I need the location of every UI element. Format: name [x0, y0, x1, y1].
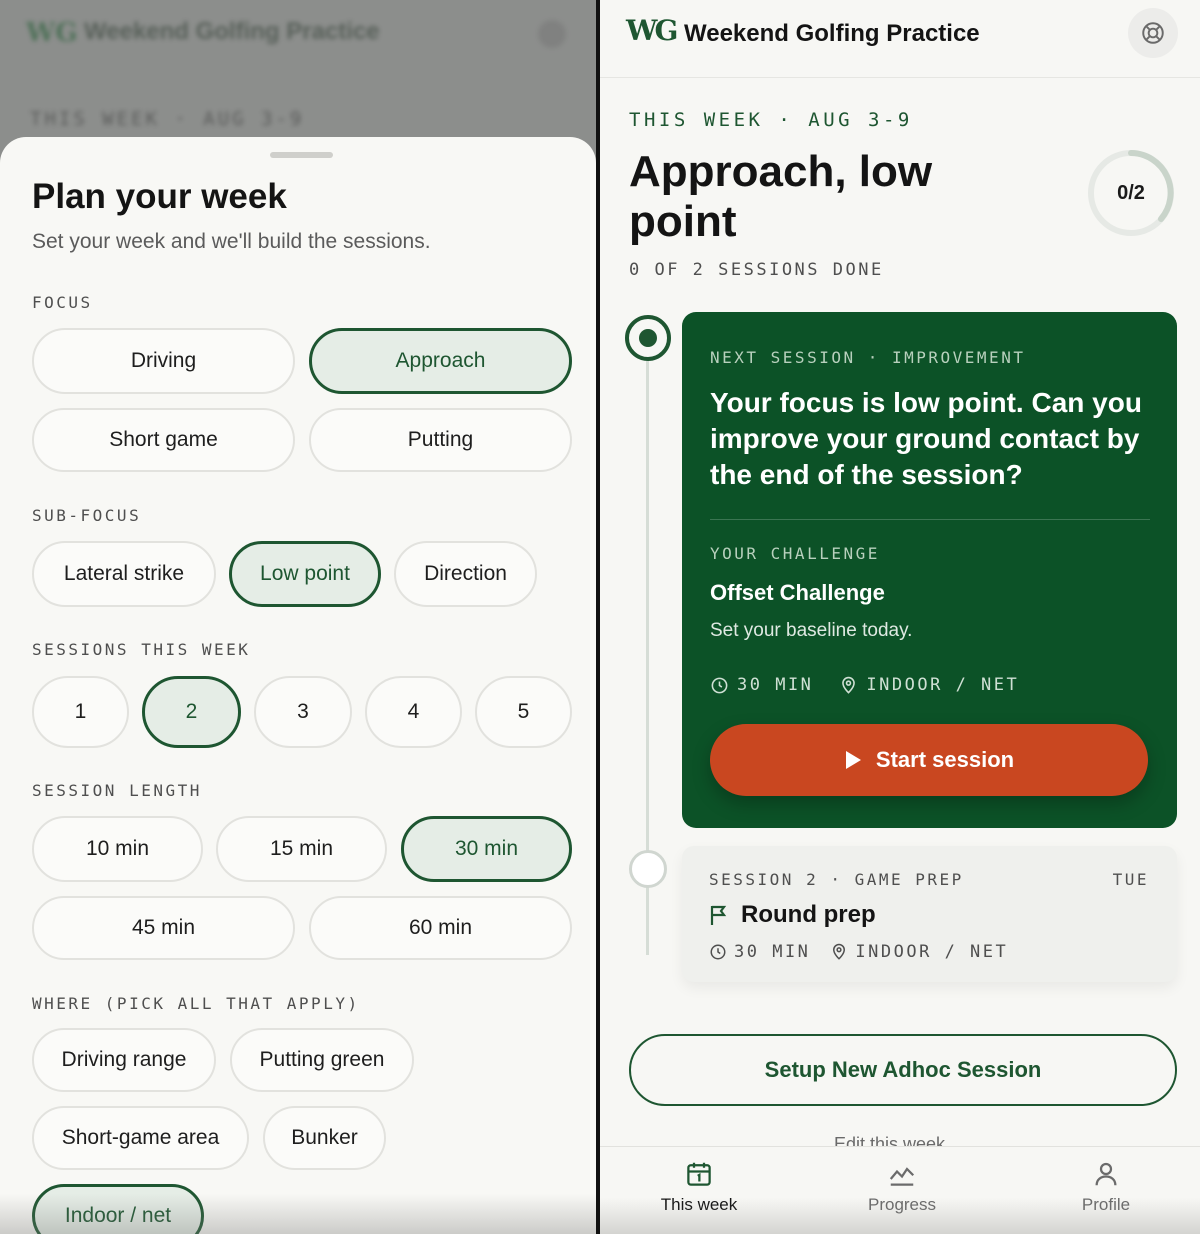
where-label: WHERE (PICK ALL THAT APPLY)	[32, 994, 360, 1013]
challenge-name: Offset Challenge	[710, 580, 885, 605]
length-option-30-min[interactable]: 30 min	[401, 816, 572, 882]
sessions-option-4[interactable]: 4	[365, 676, 462, 748]
this-week-pane: WG Weekend Golfing Practice THIS WEEK · …	[600, 0, 1200, 1234]
start-session-button[interactable]: Start session	[710, 724, 1148, 796]
focus-option-putting[interactable]: Putting	[309, 408, 572, 472]
tab-profile-label: Profile	[1081, 1195, 1131, 1214]
location-pin-icon	[833, 943, 846, 960]
sessions-option-5[interactable]: 5	[475, 676, 572, 748]
clock-icon	[710, 944, 726, 960]
week-title: Approach, low point	[629, 147, 933, 246]
session-2-day: TUE	[1112, 870, 1149, 889]
where-option-driving-range[interactable]: Driving range	[32, 1028, 216, 1092]
length-option-10-min[interactable]: 10 min	[32, 816, 203, 882]
setup-adhoc-session-button[interactable]: Setup New Adhoc Session	[629, 1034, 1177, 1106]
background-week-label: THIS WEEK · AUG 3-9	[30, 108, 305, 130]
bottom-tab-bar: This week Progress Profile	[600, 1146, 1200, 1234]
tab-this-week[interactable]: This week	[619, 1159, 779, 1225]
tab-profile[interactable]: Profile	[1026, 1159, 1186, 1225]
tab-progress-label: Progress	[867, 1195, 937, 1214]
timeline-current-dot	[625, 315, 671, 361]
background-support-icon	[538, 20, 566, 48]
clock-icon	[711, 677, 728, 693]
location-pin-icon	[842, 676, 856, 694]
person-icon	[1095, 1162, 1117, 1186]
sub-focus-option-low-point[interactable]: Low point	[229, 541, 381, 607]
length-option-60-min[interactable]: 60 min	[309, 896, 572, 960]
sheet-subtitle: Set your week and we'll build the sessio…	[32, 230, 431, 253]
sub-focus-option-direction[interactable]: Direction	[394, 541, 537, 607]
sub-focus-label: SUB-FOCUS	[32, 506, 142, 525]
session-2-title: Round prep	[741, 901, 876, 928]
app-title: Weekend Golfing Practice	[684, 20, 980, 47]
sessions-done-text: 0 OF 2 SESSIONS DONE	[629, 260, 884, 280]
sheet-drag-handle[interactable]	[270, 152, 333, 158]
app-logo: WG	[626, 14, 678, 47]
background-logo: WG	[26, 18, 78, 48]
sessions-this-week-label: SESSIONS THIS WEEK	[32, 640, 251, 659]
challenge-description: Set your baseline today.	[710, 620, 913, 641]
focus-option-short-game[interactable]: Short game	[32, 408, 295, 472]
tab-this-week-label: This week	[660, 1195, 738, 1214]
where-option-bunker[interactable]: Bunker	[263, 1106, 386, 1170]
focus-option-driving[interactable]: Driving	[32, 328, 295, 394]
plan-week-sheet: Plan your week Set your week and we'll b…	[0, 137, 596, 1234]
sessions-option-3[interactable]: 3	[254, 676, 352, 748]
next-session-card: NEXT SESSION · IMPROVEMENT Your focus is…	[682, 312, 1177, 828]
lifebuoy-icon	[1142, 22, 1164, 44]
session-2-duration: 30 MIN	[734, 942, 811, 962]
sub-focus-option-lateral-strike[interactable]: Lateral strike	[32, 541, 216, 607]
session-2-location: INDOOR / NET	[855, 942, 1009, 962]
session-2-label: SESSION 2 · GAME PREP	[709, 870, 964, 889]
progress-ring-label: 0/2	[1117, 181, 1145, 204]
focus-label: FOCUS	[32, 293, 93, 312]
focus-option-approach[interactable]: Approach	[309, 328, 572, 394]
session-2-meta: 30 MIN INDOOR / NET	[709, 942, 1008, 962]
sheet-bottom-fade	[0, 1194, 596, 1234]
background-header: WG Weekend Golfing Practice THIS WEEK · …	[0, 0, 596, 140]
session-length-label: SESSION LENGTH	[32, 781, 202, 800]
support-button[interactable]	[1128, 8, 1178, 58]
background-app-title: Weekend Golfing Practice	[84, 18, 380, 45]
progress-chart-icon	[889, 1167, 915, 1186]
calendar-icon	[687, 1162, 711, 1186]
length-option-45-min[interactable]: 45 min	[32, 896, 295, 960]
week-label: THIS WEEK · AUG 3-9	[629, 109, 913, 131]
tab-progress[interactable]: Progress	[822, 1159, 982, 1225]
sheet-title: Plan your week	[32, 177, 287, 216]
next-session-question: Your focus is low point. Can you improve…	[710, 387, 1142, 490]
start-session-label: Start session	[875, 747, 1015, 772]
flag-icon	[710, 905, 727, 925]
sessions-option-2[interactable]: 2	[142, 676, 241, 748]
app-header: WG Weekend Golfing Practice	[600, 0, 1200, 78]
plan-week-pane: WG Weekend Golfing Practice THIS WEEK · …	[0, 0, 596, 1234]
session-2-card[interactable]: SESSION 2 · GAME PREP TUE Round prep 30 …	[682, 846, 1177, 982]
next-session-duration: 30 MIN	[737, 675, 814, 695]
session-2-title-row: Round prep	[709, 901, 876, 929]
sessions-option-1[interactable]: 1	[32, 676, 129, 748]
card-divider	[710, 519, 1150, 520]
length-option-15-min[interactable]: 15 min	[216, 816, 387, 882]
where-option-putting-green[interactable]: Putting green	[230, 1028, 414, 1092]
challenge-label: YOUR CHALLENGE	[710, 544, 880, 563]
timeline-upcoming-dot	[629, 850, 667, 888]
where-option-short-game-area[interactable]: Short-game area	[32, 1106, 249, 1170]
next-session-meta: 30 MIN INDOOR / NET	[710, 675, 1019, 695]
play-icon	[845, 751, 861, 769]
next-session-label: NEXT SESSION · IMPROVEMENT	[710, 348, 1026, 367]
next-session-location: INDOOR / NET	[866, 675, 1020, 695]
